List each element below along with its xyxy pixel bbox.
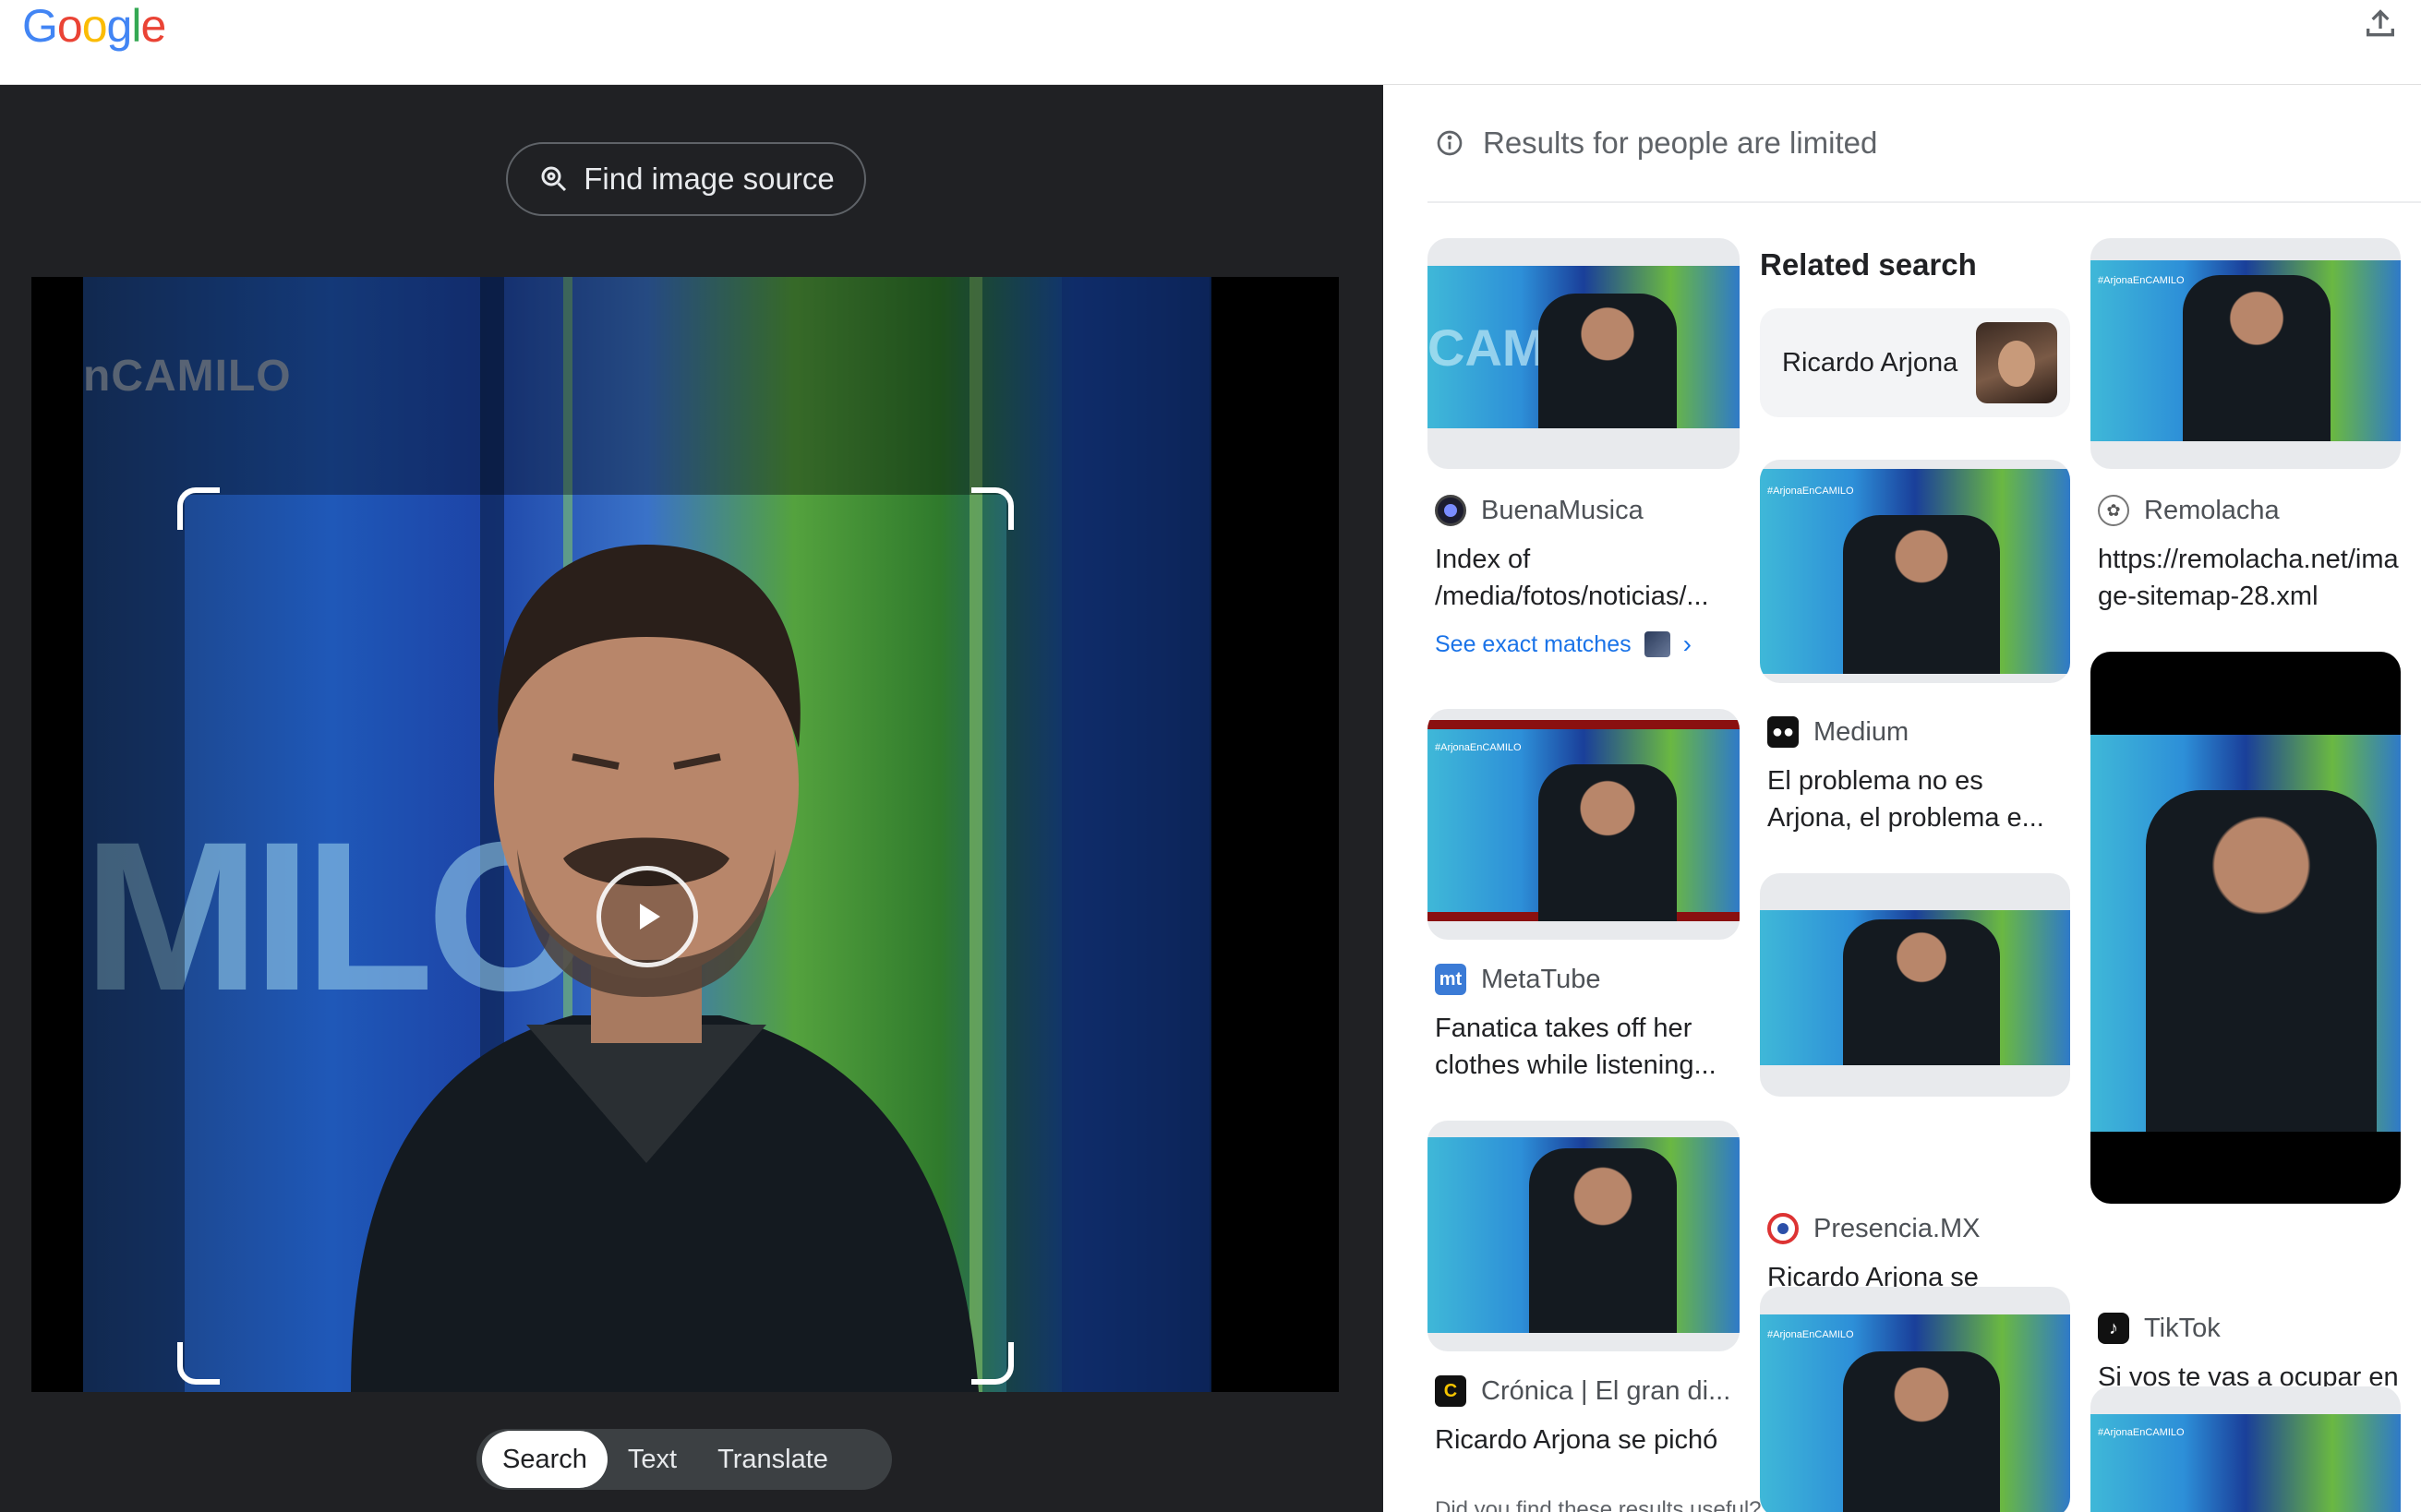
result-title[interactable]: https://remolacha.net/image-sitemap-28.x… xyxy=(2098,541,2403,615)
result-source[interactable]: ✿ Remolacha xyxy=(2098,495,2280,526)
google-logo[interactable]: Google xyxy=(22,0,166,52)
source-name: Crónica | El gran di... xyxy=(1481,1375,1731,1406)
related-search-heading: Related search xyxy=(1760,247,1977,282)
image-viewer-pane: Find image source nCAMILO MILO Search Te… xyxy=(0,85,1383,1512)
divider xyxy=(1427,201,2421,203)
source-name: Remolacha xyxy=(2144,495,2280,525)
tiktok-icon: ♪ xyxy=(2098,1313,2129,1344)
thumb-person xyxy=(1843,919,2000,1065)
limited-notice: Results for people are limited xyxy=(1435,126,1877,161)
source-name: Presencia.MX xyxy=(1813,1213,1981,1243)
thumb-person xyxy=(1538,294,1677,428)
top-bar: Google xyxy=(0,0,2421,85)
logo-letter: e xyxy=(140,0,166,52)
logo-letter: G xyxy=(22,0,58,52)
cronica-icon: C xyxy=(1435,1375,1466,1407)
result-thumbnail[interactable]: #ArjonaEnCAMILO xyxy=(1760,1287,2070,1512)
logo-letter: l xyxy=(131,0,141,52)
thumb-tag: #ArjonaEnCAMILO xyxy=(1435,742,1522,753)
crop-dim-left xyxy=(31,495,185,1392)
source-name: Medium xyxy=(1813,716,1909,747)
result-thumbnail[interactable] xyxy=(2090,652,2401,1204)
find-image-source-button[interactable]: Find image source xyxy=(506,142,866,216)
thumb-person xyxy=(1538,764,1677,921)
play-button[interactable] xyxy=(596,866,698,967)
see-exact-matches-label: See exact matches xyxy=(1435,630,1632,657)
result-title[interactable]: Fanatica takes off her clothes while lis… xyxy=(1435,1010,1740,1084)
image-search-icon xyxy=(541,166,567,192)
crop-handle-top-left[interactable] xyxy=(177,487,220,530)
result-title[interactable]: Ricardo Arjona se pichó xyxy=(1435,1422,1740,1458)
remolacha-icon: ✿ xyxy=(2098,495,2129,526)
result-thumbnail[interactable]: #ArjonaEnCAMILO xyxy=(2090,238,2401,469)
chevron-right-icon: › xyxy=(1682,630,1692,658)
crop-dim-right xyxy=(1006,495,1339,1392)
crop-handle-bottom-right[interactable] xyxy=(971,1342,1014,1385)
feedback-text: Did you find these results useful? xyxy=(1435,1497,1762,1512)
result-thumbnail[interactable] xyxy=(1760,873,2070,1097)
result-source[interactable]: ●● Medium xyxy=(1767,716,1909,748)
play-icon xyxy=(640,904,660,930)
thumb-tag: #ArjonaEnCAMILO xyxy=(1767,1329,1854,1340)
related-search-label: Ricardo Arjona xyxy=(1782,347,1958,378)
lens-mode-switcher: Search Text Translate xyxy=(476,1429,892,1490)
logo-letter: o xyxy=(81,0,108,52)
limited-notice-text: Results for people are limited xyxy=(1483,126,1878,160)
result-source[interactable]: Presencia.MX xyxy=(1767,1213,1981,1244)
result-source[interactable]: C Crónica | El gran di... xyxy=(1435,1375,1730,1407)
crop-handle-top-right[interactable] xyxy=(971,487,1014,530)
thumb-person xyxy=(1843,515,2000,674)
result-source[interactable]: ♪ TikTok xyxy=(2098,1313,2221,1344)
result-title[interactable]: El problema no es Arjona, el problema e.… xyxy=(1767,762,2072,836)
see-exact-matches-link[interactable]: See exact matches › xyxy=(1435,630,1692,659)
result-title[interactable]: Index of /media/fotos/noticias/... xyxy=(1435,541,1740,615)
thumb-person xyxy=(2183,275,2331,441)
thumb-person xyxy=(1843,1351,2000,1512)
result-thumbnail[interactable]: #ArjonaEnCAMILO xyxy=(1427,709,1740,940)
result-source[interactable]: BuenaMusica xyxy=(1435,495,1644,526)
result-thumbnail[interactable]: #ArjonaEnCAMILO xyxy=(2090,1386,2401,1512)
results-pane: Results for people are limited CAMILO Bu… xyxy=(1383,85,2421,1512)
source-name: BuenaMusica xyxy=(1481,495,1644,525)
thumb-tag: #ArjonaEnCAMILO xyxy=(1767,486,1854,497)
thumb-person xyxy=(2146,790,2377,1132)
mode-text[interactable]: Text xyxy=(608,1431,697,1488)
logo-letter: g xyxy=(106,0,133,52)
medium-icon: ●● xyxy=(1767,716,1799,748)
info-icon[interactable] xyxy=(1435,128,1464,158)
crop-handle-bottom-left[interactable] xyxy=(177,1342,220,1385)
video-frame[interactable]: nCAMILO MILO xyxy=(31,277,1339,1392)
exact-match-thumb xyxy=(1644,631,1670,657)
presencia-icon xyxy=(1767,1213,1799,1244)
upload-icon[interactable] xyxy=(2362,6,2399,42)
related-search-chip[interactable]: Ricardo Arjona xyxy=(1760,308,2070,417)
buenamusica-icon xyxy=(1435,495,1466,526)
crop-dim-top xyxy=(31,277,1339,495)
thumb-tag: #ArjonaEnCAMILO xyxy=(2098,275,2185,286)
source-name: MetaTube xyxy=(1481,964,1601,994)
result-thumbnail[interactable] xyxy=(1427,1121,1740,1351)
find-image-source-label: Find image source xyxy=(584,162,835,196)
thumb-person xyxy=(1529,1148,1677,1333)
mode-translate[interactable]: Translate xyxy=(697,1431,849,1488)
source-name: TikTok xyxy=(2144,1313,2221,1343)
mode-search[interactable]: Search xyxy=(482,1431,608,1488)
metatube-icon: mt xyxy=(1435,964,1466,995)
related-search-thumb xyxy=(1976,322,2057,403)
result-thumbnail[interactable]: #ArjonaEnCAMILO xyxy=(1760,460,2070,683)
result-thumbnail[interactable]: CAMILO xyxy=(1427,238,1740,469)
logo-letter: o xyxy=(56,0,83,52)
thumb-tag: #ArjonaEnCAMILO xyxy=(2098,1427,2185,1438)
result-source[interactable]: mt MetaTube xyxy=(1435,964,1601,995)
